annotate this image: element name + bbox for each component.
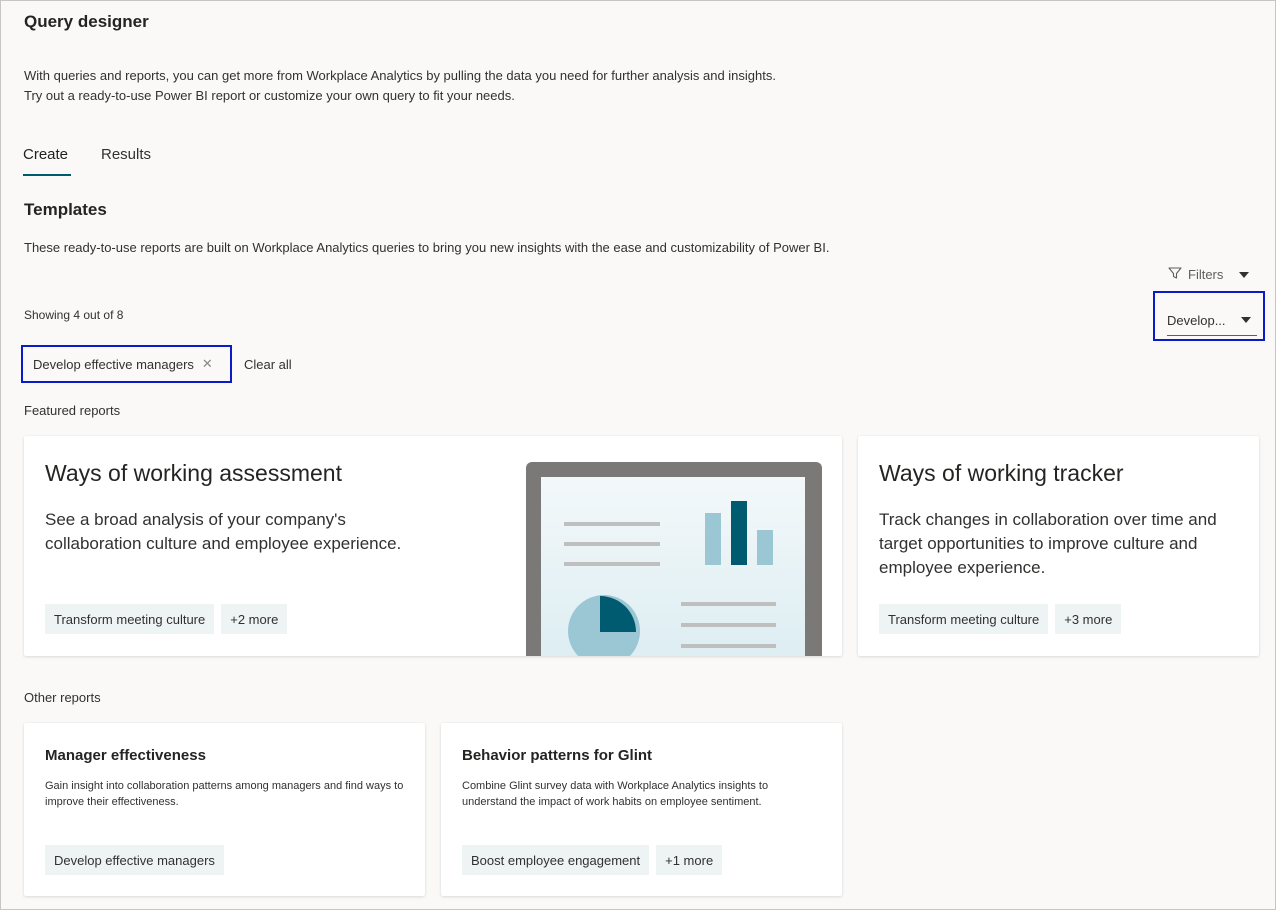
more-tags[interactable]: +2 more	[221, 604, 288, 634]
active-filter-pill[interactable]: Develop effective managers ✕	[21, 345, 232, 383]
tag[interactable]: Transform meeting culture	[879, 604, 1049, 634]
tag[interactable]: Transform meeting culture	[45, 604, 215, 634]
featured-card-ways-of-working-tracker[interactable]: Ways of working tracker Track changes in…	[858, 436, 1259, 656]
templates-description: These ready-to-use reports are built on …	[24, 240, 830, 255]
card-title: Ways of working assessment	[45, 460, 342, 486]
filter-dropdown[interactable]: Develop...	[1153, 291, 1265, 341]
card-title: Ways of working tracker	[879, 460, 1124, 486]
chevron-down-icon	[1239, 271, 1250, 278]
card-description: Track changes in collaboration over time…	[879, 510, 1217, 577]
card-description: See a broad analysis of your company's c…	[45, 510, 402, 553]
templates-title: Templates	[24, 200, 107, 219]
featured-reports-label: Featured reports	[24, 403, 121, 418]
page-title: Query designer	[24, 12, 149, 31]
page-description-line2: Try out a ready-to-use Power BI report o…	[24, 88, 515, 103]
active-filter-label: Develop effective managers	[33, 356, 194, 372]
report-card-behavior-patterns-for-glint[interactable]: Behavior patterns for Glint Combine Glin…	[441, 723, 842, 896]
filter-dropdown-value: Develop...	[1167, 313, 1226, 328]
tag[interactable]: Boost employee engagement	[462, 845, 650, 875]
more-tags[interactable]: +3 more	[1055, 604, 1122, 634]
showing-count: Showing 4 out of 8	[24, 308, 124, 322]
report-card-manager-effectiveness[interactable]: Manager effectiveness Gain insight into …	[24, 723, 425, 896]
report-illustration	[526, 462, 822, 656]
filter-icon	[1168, 266, 1182, 283]
tab-create[interactable]: Create	[23, 146, 68, 163]
card-tags: Boost employee engagement +1 more	[462, 845, 729, 875]
filters-button[interactable]: Filters	[1168, 266, 1250, 283]
other-reports-label: Other reports	[24, 690, 101, 705]
filters-label: Filters	[1188, 267, 1224, 282]
chevron-down-icon	[1241, 317, 1251, 323]
card-description: Combine Glint survey data with Workplace…	[462, 780, 769, 808]
card-title: Behavior patterns for Glint	[462, 747, 653, 764]
card-tags: Develop effective managers	[45, 845, 231, 875]
card-tags: Transform meeting culture +2 more	[45, 604, 294, 634]
card-tags: Transform meeting culture +3 more	[879, 604, 1128, 634]
more-tags[interactable]: +1 more	[656, 845, 723, 875]
card-title: Manager effectiveness	[45, 747, 206, 764]
page-description: With queries and reports, you can get mo…	[24, 66, 864, 106]
page-description-line1: With queries and reports, you can get mo…	[24, 68, 776, 83]
clear-all-button[interactable]: Clear all	[244, 357, 292, 372]
dropdown-underline	[1167, 335, 1257, 336]
active-tab-indicator	[23, 174, 71, 176]
close-icon[interactable]: ✕	[202, 356, 213, 372]
featured-card-ways-of-working-assessment[interactable]: Ways of working assessment See a broad a…	[24, 436, 842, 656]
tab-results[interactable]: Results	[101, 146, 151, 163]
tag[interactable]: Develop effective managers	[45, 845, 224, 875]
card-description: Gain insight into collaboration patterns…	[45, 780, 404, 808]
